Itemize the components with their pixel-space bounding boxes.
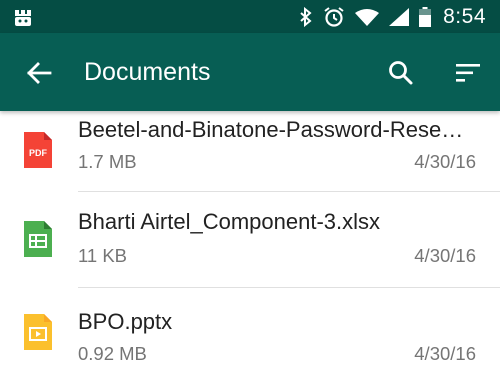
file-name: Bharti Airtel_Component-3.xlsx: [78, 209, 381, 234]
alarm-icon: [323, 6, 345, 28]
file-date: 4/30/16: [414, 151, 476, 172]
file-name: Beetel-and-Binatone-Password-Rese…: [78, 117, 464, 142]
file-date: 4/30/16: [414, 343, 476, 364]
pdf-icon-label: PDF: [29, 148, 48, 158]
back-arrow-icon: [27, 62, 52, 84]
sort-button[interactable]: [451, 56, 485, 90]
file-date: 4/30/16: [414, 245, 476, 266]
status-bar: 8:54: [0, 0, 500, 33]
search-button[interactable]: [384, 56, 418, 90]
back-button[interactable]: [22, 56, 56, 90]
status-time: 8:54: [443, 4, 486, 28]
list-item[interactable]: BPO.pptx 0.92 MB 4/30/16: [0, 293, 500, 378]
file-size: 1.7 MB: [78, 151, 137, 172]
spreadsheet-icon: [24, 221, 52, 257]
divider: [78, 287, 500, 288]
file-size: 0.92 MB: [78, 343, 147, 364]
list-item[interactable]: Bharti Airtel_Component-3.xlsx 11 KB 4/3…: [0, 199, 500, 288]
pdf-icon: PDF: [24, 132, 52, 168]
battery-icon: [419, 6, 432, 27]
sort-icon: [456, 64, 480, 82]
divider: [78, 191, 500, 192]
file-size: 11 KB: [78, 245, 128, 266]
wifi-icon: [355, 8, 380, 26]
signal-icon: [389, 7, 410, 26]
page-title: Documents: [84, 58, 211, 86]
bluetooth-icon: [299, 6, 313, 27]
file-name: BPO.pptx: [78, 309, 173, 334]
search-icon: [389, 61, 413, 85]
android-notification-icon: [12, 6, 34, 28]
presentation-icon: [24, 314, 52, 350]
list-item[interactable]: PDF Beetel-and-Binatone-Password-Rese… 1…: [0, 111, 500, 196]
app-bar: Documents: [0, 33, 500, 111]
